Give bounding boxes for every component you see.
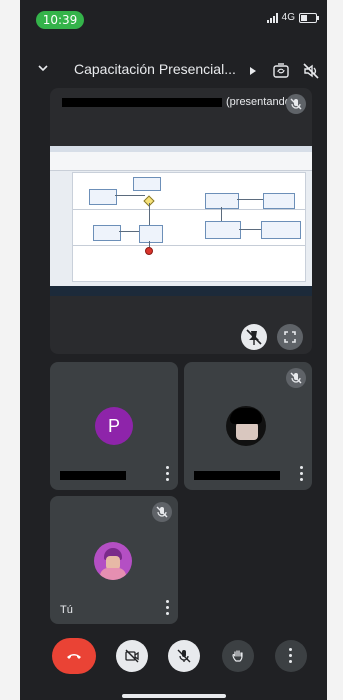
diagram-end-event	[145, 247, 153, 255]
home-indicator	[122, 694, 226, 698]
diagram-box	[205, 221, 241, 239]
chevron-down-icon[interactable]	[38, 63, 48, 73]
diagram-box	[139, 225, 163, 243]
diagram-box	[205, 193, 239, 209]
mic-off-icon	[286, 368, 306, 388]
diagram-connector	[237, 199, 263, 200]
network-type: 4G	[281, 12, 295, 23]
fullscreen-icon	[284, 331, 296, 343]
diagram-connector	[239, 229, 261, 230]
presenting-status: (presentando)	[226, 96, 295, 108]
mic-off-icon	[152, 502, 172, 522]
more-vert-icon[interactable]	[300, 466, 304, 482]
more-options-button[interactable]	[275, 640, 307, 672]
hand-icon	[232, 650, 243, 662]
redacted-participant-name	[194, 471, 280, 480]
meeting-title[interactable]: Capacitación Presencial...	[74, 61, 236, 77]
diagram-box	[93, 225, 121, 241]
more-vert-icon[interactable]	[166, 466, 170, 482]
play-icon[interactable]	[248, 66, 258, 76]
redacted-presenter-name	[62, 98, 222, 107]
diagram-box	[263, 193, 295, 209]
self-tile[interactable]: Tú	[50, 496, 178, 624]
participant-name: Tú	[60, 604, 73, 616]
raise-hand-button[interactable]	[222, 640, 254, 672]
meeting-top-bar: Capacitación Presencial...	[20, 56, 327, 90]
battery-icon	[299, 12, 319, 23]
shared-taskbar	[50, 286, 312, 296]
diagram-box	[261, 221, 301, 239]
avatar: P	[95, 407, 133, 445]
unpin-button[interactable]	[241, 324, 267, 350]
lane-divider	[73, 209, 305, 210]
presenter-tile[interactable]: (presentando)	[50, 88, 312, 354]
shared-screen	[50, 146, 312, 296]
more-vert-icon	[289, 648, 293, 664]
speaker-off-icon[interactable]	[302, 62, 320, 80]
diagram-connector	[149, 241, 150, 247]
system-icons: 4G	[266, 12, 319, 23]
mic-off-icon	[177, 649, 191, 663]
signal-icon	[266, 12, 278, 23]
diagram-connector	[119, 231, 139, 232]
diagram-connector	[149, 203, 150, 225]
diagram-box	[89, 189, 117, 205]
avatar	[226, 406, 266, 446]
participant-tile[interactable]: P	[50, 362, 178, 490]
camera-toggle-button[interactable]	[116, 640, 148, 672]
diagram-connector	[115, 195, 145, 196]
redacted-participant-name	[60, 471, 126, 480]
participant-tile[interactable]	[184, 362, 312, 490]
mic-off-icon	[286, 94, 306, 114]
pin-off-icon	[246, 329, 262, 345]
switch-camera-icon[interactable]	[272, 62, 290, 80]
diagram-note	[175, 185, 199, 201]
mic-toggle-button[interactable]	[168, 640, 200, 672]
fullscreen-button[interactable]	[277, 324, 303, 350]
lane-divider	[73, 245, 305, 246]
shared-diagram	[72, 172, 306, 282]
end-call-button[interactable]	[52, 638, 96, 674]
diagram-connector	[221, 207, 222, 221]
end-call-icon	[67, 654, 81, 659]
avatar	[94, 542, 132, 580]
status-bar: 10:39 4G	[20, 0, 327, 38]
shared-window-ribbon	[50, 152, 312, 171]
more-vert-icon[interactable]	[166, 600, 170, 616]
diagram-box	[133, 177, 161, 191]
status-time: 10:39	[36, 11, 84, 29]
phone-screen: 10:39 4G Capacitación Presencial... (pre…	[20, 0, 327, 700]
camera-off-icon	[125, 649, 139, 663]
